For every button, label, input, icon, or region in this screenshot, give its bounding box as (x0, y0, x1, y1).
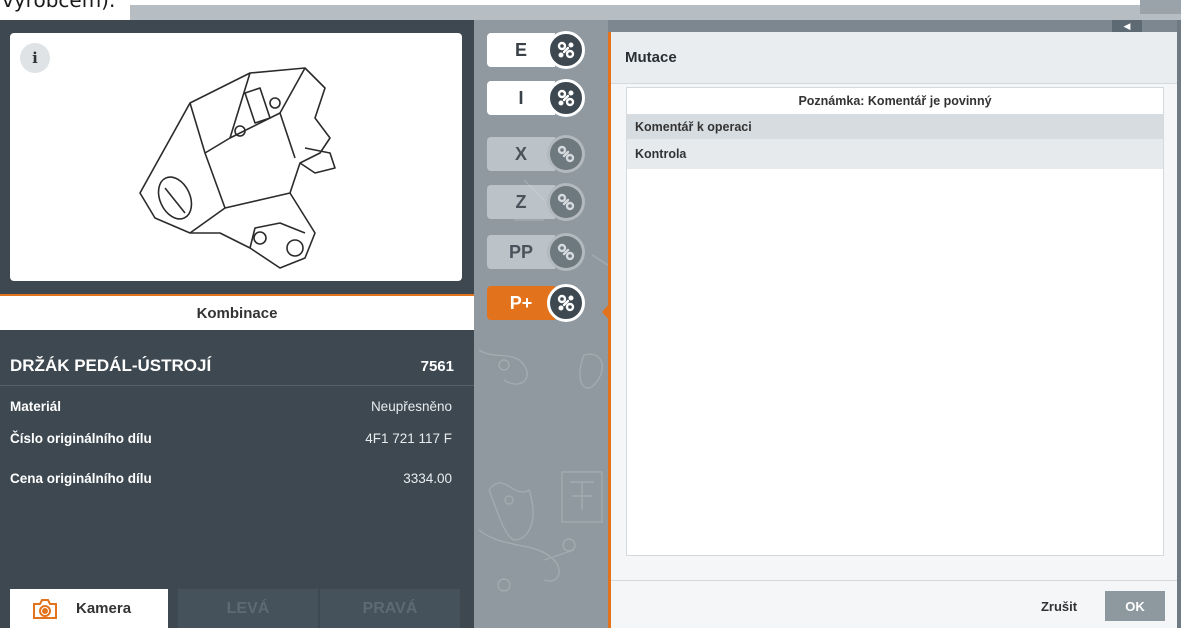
category-button-p-plus[interactable]: P+ (487, 284, 591, 322)
category-letter: PP (487, 235, 555, 269)
part-divider (0, 385, 474, 386)
property-row: Číslo originálního dílu 4F1 721 117 F (10, 427, 452, 449)
cut-off-text: výrobcem). (2, 0, 116, 12)
category-button-z[interactable]: Z (487, 183, 591, 221)
category-letter: P+ (487, 286, 555, 320)
category-button-e[interactable]: E (487, 31, 591, 69)
top-grey-bar (130, 5, 1181, 20)
camera-button[interactable]: Kamera (10, 589, 168, 628)
left-button[interactable]: LEVÁ (178, 589, 318, 628)
info-icon[interactable]: i (20, 43, 50, 73)
right-edge (1177, 20, 1181, 628)
list-item[interactable]: Kontrola (627, 139, 1163, 169)
link-chain-icon (547, 183, 585, 221)
property-label: Cena originálního dílu (10, 470, 152, 486)
link-chain-icon (547, 135, 585, 173)
part-number: 7561 (420, 357, 454, 375)
part-detail-panel: i Kombinace DRŽÁK PEDÁL-ÚSTROJÍ 7561 Mat… (0, 20, 474, 628)
part-drawing (139, 67, 336, 269)
top-grey-bar-right (1140, 0, 1181, 14)
category-letter: Z (487, 185, 555, 219)
right-button[interactable]: PRAVÁ (320, 589, 460, 628)
link-chain-icon (547, 233, 585, 271)
link-chain-icon (547, 31, 585, 69)
top-strip: výrobcem). (0, 0, 1181, 20)
category-letter: X (487, 137, 555, 171)
property-label: Číslo originálního dílu (10, 430, 152, 446)
category-letter: I (487, 81, 555, 115)
link-chain-icon (547, 284, 585, 322)
dialog-title: Mutace (611, 32, 1177, 84)
category-letter: E (487, 33, 555, 67)
combination-label[interactable]: Kombinace (0, 296, 474, 330)
category-button-pp[interactable]: PP (487, 233, 591, 271)
list-item[interactable]: Komentář k operaci (627, 114, 1163, 139)
property-value: 3334.00 (403, 470, 452, 486)
property-value: Neupřesněno (370, 398, 452, 414)
option-list: Poznámka: Komentář je povinný Komentář k… (626, 87, 1164, 556)
mutation-dialog: Mutace Poznámka: Komentář je povinný Kom… (608, 32, 1177, 628)
category-strip: E I X Z PP P+ (474, 20, 608, 628)
part-image-card: i (10, 33, 462, 281)
part-header: DRŽÁK PEDÁL-ÚSTROJÍ 7561 (0, 347, 474, 385)
dialog-footer: Zrušit OK (611, 580, 1177, 628)
property-label: Materiál (10, 398, 62, 414)
property-row: Cena originálního dílu 3334.00 (10, 467, 452, 489)
part-name: DRŽÁK PEDÁL-ÚSTROJÍ (10, 356, 212, 375)
property-value: 4F1 721 117 F (365, 430, 452, 446)
link-chain-icon (547, 79, 585, 117)
category-button-i[interactable]: I (487, 79, 591, 117)
camera-icon (33, 598, 57, 619)
property-row: Materiál Neupřesněno (10, 395, 452, 417)
cancel-button[interactable]: Zrušit (1029, 591, 1089, 621)
bottom-buttons: Kamera LEVÁ PRAVÁ (0, 589, 474, 628)
ok-button[interactable]: OK (1105, 591, 1165, 621)
dialog-backdrop-top (608, 20, 1181, 32)
camera-label: Kamera (76, 600, 132, 617)
back-arrow-icon[interactable]: ◀ (1112, 20, 1142, 32)
category-button-x[interactable]: X (487, 135, 591, 173)
note-text: Poznámka: Komentář je povinný (798, 94, 992, 108)
